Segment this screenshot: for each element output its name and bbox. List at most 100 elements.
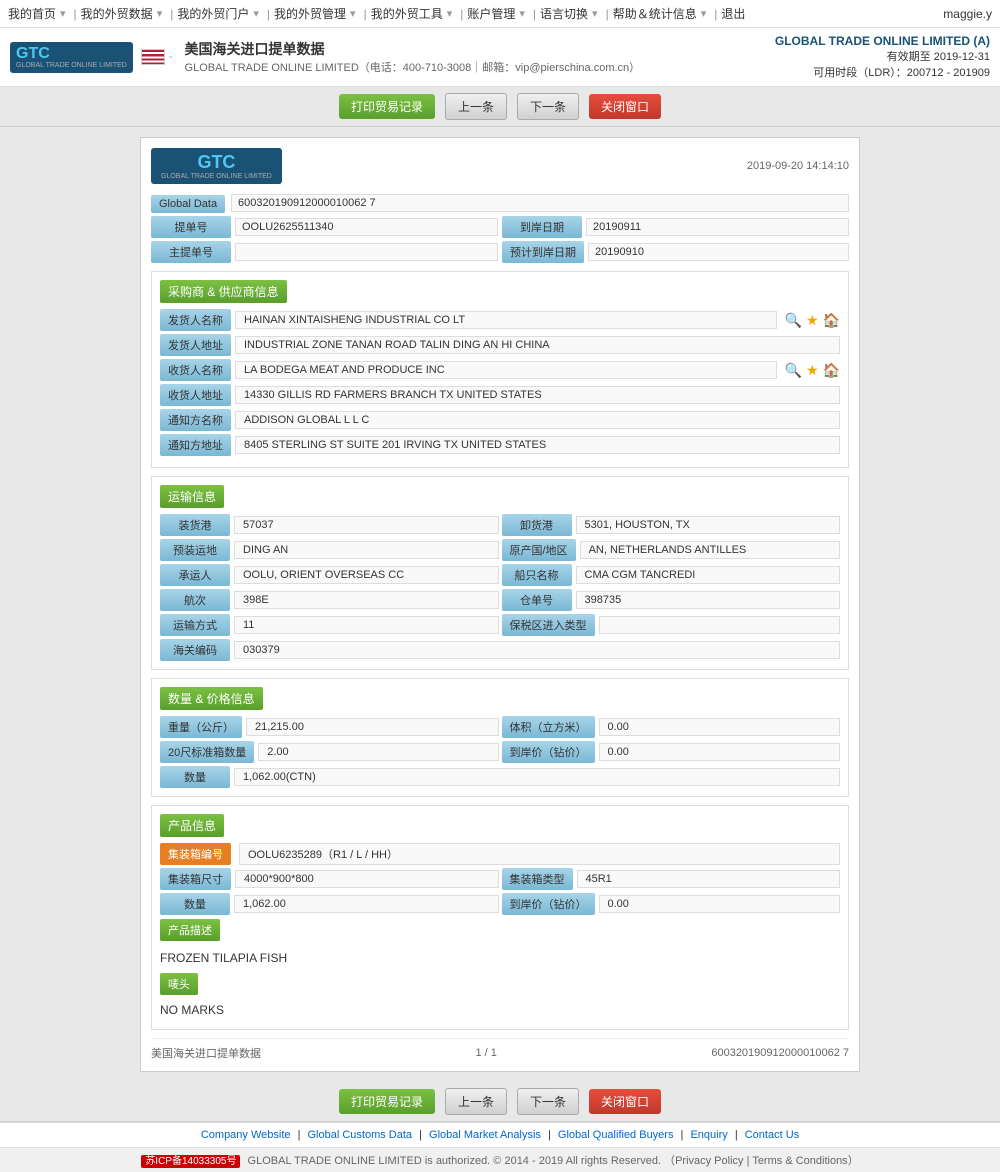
qty-price-value: 0.00 xyxy=(599,743,841,761)
container-no-row: 集装箱编号 OOLU6235289（R1 / L / HH） xyxy=(160,843,840,865)
document-container: GTC GLOBAL TRADE ONLINE LIMITED 2019-09-… xyxy=(140,137,860,1072)
arrival-date-value: 20190911 xyxy=(586,218,849,236)
nav-help[interactable]: 帮助＆统计信息 xyxy=(613,5,697,22)
voyage-value: 398E xyxy=(234,591,499,609)
shipper-addr-value: INDUSTRIAL ZONE TANAN ROAD TALIN DING AN… xyxy=(235,336,840,354)
consignee-name-label: 收货人名称 xyxy=(160,359,231,381)
est-arrival-value: 20190910 xyxy=(588,243,849,261)
main-bill-value xyxy=(235,243,498,261)
carrier-value: OOLU, ORIENT OVERSEAS CC xyxy=(234,566,499,584)
product-qty-row: 数量 1,062.00 xyxy=(160,893,499,915)
nav-account[interactable]: 账户管理 xyxy=(467,5,515,22)
product-desc-section: 产品描述 FROZEN TILAPIA FISH xyxy=(160,919,840,969)
volume-row: 体积（立方米） 0.00 xyxy=(502,716,841,738)
dest-port-value: 5301, HOUSTON, TX xyxy=(576,516,841,534)
shipper-name-value: HAINAN XINTAISHENG INDUSTRIAL CO LT xyxy=(235,311,777,329)
doc-logo: GTC GLOBAL TRADE ONLINE LIMITED xyxy=(151,148,282,184)
origin-port-label: 装货港 xyxy=(160,514,230,536)
footer-link-market[interactable]: Global Market Analysis xyxy=(429,1129,541,1141)
footer-links: Company Website | Global Customs Data | … xyxy=(0,1122,1000,1147)
username: maggie.y xyxy=(943,7,992,21)
warehouse-value: 398735 xyxy=(576,591,841,609)
container-type-label: 集装箱类型 xyxy=(502,868,573,890)
footer-link-contact[interactable]: Contact Us xyxy=(745,1129,799,1141)
doc-footer: 美国海关进口提单数据 1 / 1 600320190912000010062 7 xyxy=(151,1038,849,1061)
toolbar-top: 打印贸易记录 上一条 下一条 关闭窗口 xyxy=(0,87,1000,127)
quantity-section: 数量 & 价格信息 重量（公斤） 21,215.00 体积（立方米） 0.00 … xyxy=(151,678,849,797)
next-button-bottom[interactable]: 下一条 xyxy=(517,1088,579,1115)
page-title: 美国海关进口提单数据 xyxy=(185,39,775,59)
nav-sep7: ▾ xyxy=(592,7,598,20)
consignee-search-icon[interactable]: 🔍 xyxy=(785,362,802,379)
close-button[interactable]: 关闭窗口 xyxy=(589,94,661,119)
warehouse-label: 仓单号 xyxy=(502,589,572,611)
product-price-row: 到岸价（钻价） 0.00 xyxy=(502,893,841,915)
close-button-bottom[interactable]: 关闭窗口 xyxy=(589,1089,661,1114)
logo-area: GTC GLOBAL TRADE ONLINE LIMITED - xyxy=(10,42,173,73)
product-qty-label: 数量 xyxy=(160,893,230,915)
page-header: GTC GLOBAL TRADE ONLINE LIMITED - 美国海关进口… xyxy=(0,28,1000,87)
print-button[interactable]: 打印贸易记录 xyxy=(339,94,435,119)
footer-link-company[interactable]: Company Website xyxy=(201,1129,291,1141)
notify-addr-label: 通知方地址 xyxy=(160,434,231,456)
marks-section: 唛头 NO MARKS xyxy=(160,969,840,1021)
weight-row: 重量（公斤） 21,215.00 xyxy=(160,716,499,738)
qty-price-label: 到岸价（钻价） xyxy=(502,741,595,763)
home-icon[interactable]: 🏠 xyxy=(823,312,840,329)
global-data-value: 600320190912000010062 7 xyxy=(231,194,849,212)
qty-label: 数量 xyxy=(160,766,230,788)
origin-port-row: 装货港 57037 xyxy=(160,514,499,536)
container-no-value: OOLU6235289（R1 / L / HH） xyxy=(239,843,840,865)
bonded-label: 保税区进入类型 xyxy=(502,614,595,636)
marks-label: 唛头 xyxy=(160,973,198,995)
nav-sep: ▾ xyxy=(60,7,66,20)
prev-button-bottom[interactable]: 上一条 xyxy=(445,1088,507,1115)
doc-source: 美国海关进口提单数据 xyxy=(151,1045,261,1061)
logo: GTC GLOBAL TRADE ONLINE LIMITED xyxy=(10,42,133,73)
nav-my-trade-data[interactable]: 我的外贸数据 xyxy=(81,5,153,22)
voyage-label: 航次 xyxy=(160,589,230,611)
shipper-addr-row: 发货人地址 INDUSTRIAL ZONE TANAN ROAD TALIN D… xyxy=(160,334,840,356)
doc-page: 1 / 1 xyxy=(475,1047,496,1059)
nav-sep3: ▾ xyxy=(253,7,259,20)
nav-sep8: ▾ xyxy=(701,7,707,20)
footer-link-enquiry[interactable]: Enquiry xyxy=(690,1129,727,1141)
nav-logout[interactable]: 退出 xyxy=(721,5,745,22)
container-size-label: 集装箱尺寸 xyxy=(160,868,231,890)
qty-value: 1,062.00(CTN) xyxy=(234,768,840,786)
footer-copyright: 苏ICP备14033305号 GLOBAL TRADE ONLINE LIMIT… xyxy=(0,1147,1000,1172)
notify-name-value: ADDISON GLOBAL L L C xyxy=(235,411,840,429)
print-button-bottom[interactable]: 打印贸易记录 xyxy=(339,1089,435,1114)
terms-link[interactable]: Terms & Conditions xyxy=(752,1155,847,1167)
customs-row: 海关编码 030379 xyxy=(160,639,840,661)
search-icon[interactable]: 🔍 xyxy=(785,312,802,329)
notify-addr-row: 通知方地址 8405 STERLING ST SUITE 201 IRVING … xyxy=(160,434,840,456)
nav-home[interactable]: 我的首页 xyxy=(8,5,56,22)
prev-button[interactable]: 上一条 xyxy=(445,93,507,120)
shipper-addr-label: 发货人地址 xyxy=(160,334,231,356)
origin-port-value: 57037 xyxy=(234,516,499,534)
nav-my-mgmt[interactable]: 我的外贸管理 xyxy=(274,5,346,22)
notify-addr-value: 8405 STERLING ST SUITE 201 IRVING TX UNI… xyxy=(235,436,840,454)
containers-row: 20尺标准箱数量 2.00 xyxy=(160,741,499,763)
footer-link-buyers[interactable]: Global Qualified Buyers xyxy=(558,1129,674,1141)
customs-value: 030379 xyxy=(234,641,840,659)
star-icon[interactable]: ★ xyxy=(806,312,819,329)
next-button[interactable]: 下一条 xyxy=(517,93,579,120)
consignee-name-row: 收货人名称 LA BODEGA MEAT AND PRODUCE INC 🔍 ★… xyxy=(160,359,840,381)
loading-value: DING AN xyxy=(234,541,499,559)
quantity-section-label: 数量 & 价格信息 xyxy=(160,687,263,710)
notify-name-label: 通知方名称 xyxy=(160,409,231,431)
container-type-row: 集装箱类型 45R1 xyxy=(502,868,841,890)
nav-my-portal[interactable]: 我的外贸门户 xyxy=(177,5,249,22)
nav-sep6: ▾ xyxy=(519,7,525,20)
privacy-link[interactable]: Privacy Policy xyxy=(675,1155,743,1167)
consignee-star-icon[interactable]: ★ xyxy=(806,362,819,379)
vessel-value: CMA CGM TANCREDI xyxy=(576,566,841,584)
nav-language[interactable]: 语言切换 xyxy=(540,5,588,22)
consignee-home-icon[interactable]: 🏠 xyxy=(823,362,840,379)
top-navigation: 我的首页 ▾ | 我的外贸数据 ▾ | 我的外贸门户 ▾ | 我的外贸管理 ▾ … xyxy=(0,0,1000,28)
nav-tools[interactable]: 我的外贸工具 xyxy=(371,5,443,22)
footer-link-customs[interactable]: Global Customs Data xyxy=(308,1129,413,1141)
vessel-row: 船只名称 CMA CGM TANCREDI xyxy=(502,564,841,586)
